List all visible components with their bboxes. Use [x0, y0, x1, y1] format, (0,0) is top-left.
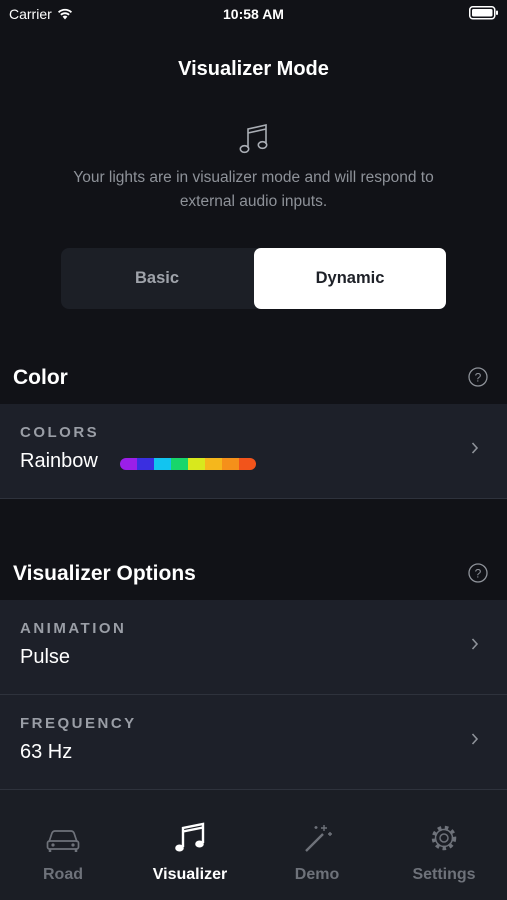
animation-row[interactable]: ANIMATION Pulse	[0, 600, 507, 695]
gear-icon	[431, 825, 457, 851]
tab-settings[interactable]: Settings	[381, 790, 507, 900]
tab-demo[interactable]: Demo	[254, 790, 380, 900]
frequency-row[interactable]: FREQUENCY 63 Hz	[0, 695, 507, 790]
page-title: Visualizer Mode	[178, 58, 329, 80]
swatch-green	[171, 458, 188, 470]
animation-row-value: Pulse	[20, 646, 71, 668]
swatch-blue	[137, 458, 154, 470]
segment-basic[interactable]: Basic	[61, 248, 253, 309]
battery-icon	[469, 6, 499, 23]
help-icon[interactable]: ?	[468, 563, 488, 583]
swatch-yellow	[188, 458, 205, 470]
colors-row-value: Rainbow	[20, 450, 98, 472]
tab-label-demo: Demo	[294, 866, 340, 883]
frequency-row-label: FREQUENCY	[20, 715, 137, 732]
section-title-visualizer-options: Visualizer Options	[13, 562, 196, 585]
svg-text:?: ?	[475, 567, 482, 581]
colors-row[interactable]: COLORS Rainbow	[0, 404, 507, 499]
status-time: 10:58 AM	[223, 6, 284, 22]
chevron-right-icon	[471, 638, 479, 650]
mode-segmented-control: Basic Dynamic	[61, 248, 446, 309]
car-icon	[46, 830, 80, 852]
music-note-icon	[175, 822, 205, 852]
section-title-color: Color	[13, 366, 68, 389]
tab-visualizer[interactable]: Visualizer	[127, 790, 253, 900]
segment-dynamic[interactable]: Dynamic	[254, 248, 446, 309]
swatch-cyan	[154, 458, 171, 470]
chevron-right-icon	[471, 442, 479, 454]
tab-label-visualizer: Visualizer	[152, 866, 228, 883]
help-icon[interactable]: ?	[468, 367, 488, 387]
tab-label-settings: Settings	[412, 866, 476, 883]
colors-row-label: COLORS	[20, 424, 100, 441]
tab-label-road: Road	[43, 866, 83, 883]
music-note-icon	[239, 124, 268, 154]
animation-row-label: ANIMATION	[20, 620, 127, 637]
magic-wand-icon	[305, 825, 332, 852]
chevron-right-icon	[471, 733, 479, 745]
swatch-orange	[222, 458, 239, 470]
swatch-amber	[205, 458, 222, 470]
status-bar: Carrier 10:58 AM	[0, 0, 507, 28]
tab-road[interactable]: Road	[0, 790, 126, 900]
tab-bar: Road Visualizer Demo Settings	[0, 790, 507, 900]
rainbow-color-swatch	[120, 458, 256, 470]
svg-text:?: ?	[475, 371, 482, 385]
swatch-violet	[120, 458, 137, 470]
frequency-row-value: 63 Hz	[20, 741, 73, 763]
swatch-red	[239, 458, 256, 470]
mode-description: Your lights are in visualizer mode and w…	[73, 169, 434, 210]
